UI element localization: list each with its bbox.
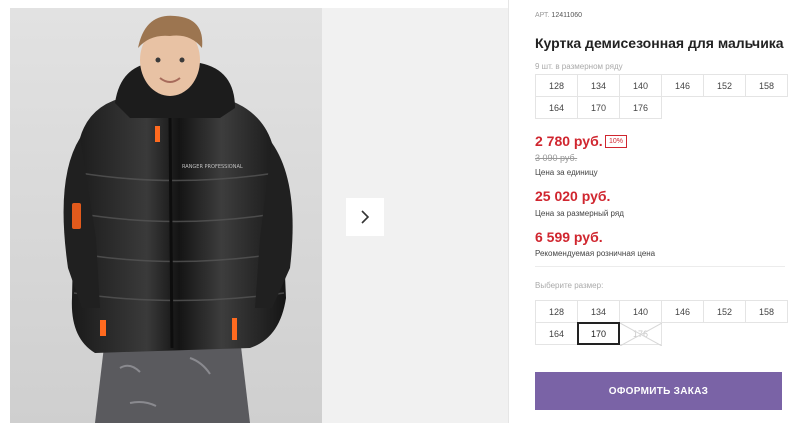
old-price: 3 090 руб. xyxy=(535,153,578,163)
unit-price: 2 780 руб. xyxy=(535,133,603,149)
product-main-photo[interactable]: RANGER PROFESSIONAL xyxy=(10,8,322,423)
retail-price-note: Рекомендуемая розничная цена xyxy=(535,249,656,258)
choose-size-label: Выберите размер: xyxy=(535,281,604,290)
pack-size-cell: 134 xyxy=(577,74,620,97)
product-photo-illustration: RANGER PROFESSIONAL xyxy=(10,8,322,423)
pack-size-cell: 128 xyxy=(535,74,578,97)
pack-sizes-grid: 128 134 140 146 152 158 164 170 176 xyxy=(535,74,788,119)
panel-divider xyxy=(508,0,509,423)
pack-sizes-label: 9 шт. в размерном ряду xyxy=(535,62,623,71)
product-gallery: RANGER PROFESSIONAL xyxy=(0,0,508,423)
jacket-print-text: RANGER PROFESSIONAL xyxy=(182,164,243,170)
place-order-button[interactable]: ОФОРМИТЬ ЗАКАЗ xyxy=(535,372,782,410)
size-option-176-unavailable: 176 xyxy=(619,322,662,346)
pack-size-cell: 170 xyxy=(577,96,620,119)
size-option-158[interactable]: 158 xyxy=(745,300,788,323)
size-option-152[interactable]: 152 xyxy=(703,300,746,323)
article-value: 12411060 xyxy=(551,12,583,19)
article-label: АРТ. xyxy=(535,12,550,19)
section-divider xyxy=(535,266,785,267)
size-option-140[interactable]: 140 xyxy=(619,300,662,323)
pack-size-cell: 152 xyxy=(703,74,746,97)
discount-badge: 10% xyxy=(605,135,628,148)
gallery-next-button[interactable] xyxy=(346,198,384,236)
retail-price: 6 599 руб. xyxy=(535,229,603,245)
product-title: Куртка демисезонная для мальчика xyxy=(535,35,784,51)
pack-size-cell: 140 xyxy=(619,74,662,97)
series-price-note: Цена за размерный ряд xyxy=(535,209,624,218)
unit-price-note: Цена за единицу xyxy=(535,168,598,177)
size-option-134[interactable]: 134 xyxy=(577,300,620,323)
size-option-146[interactable]: 146 xyxy=(661,300,704,323)
size-selector-grid: 128 134 140 146 152 158 164 170 176 xyxy=(535,300,788,346)
pack-size-cell: 158 xyxy=(745,74,788,97)
size-option-164[interactable]: 164 xyxy=(535,322,578,345)
article-number: АРТ. 12411060 xyxy=(535,12,582,19)
size-option-128[interactable]: 128 xyxy=(535,300,578,323)
pack-size-cell: 146 xyxy=(661,74,704,97)
chevron-right-icon xyxy=(361,210,370,224)
unavailable-cross-icon xyxy=(620,323,662,346)
series-price: 25 020 руб. xyxy=(535,188,611,204)
size-option-170-selected[interactable]: 170 xyxy=(577,322,620,345)
pack-size-cell: 164 xyxy=(535,96,578,119)
pack-size-cell: 176 xyxy=(619,96,662,119)
